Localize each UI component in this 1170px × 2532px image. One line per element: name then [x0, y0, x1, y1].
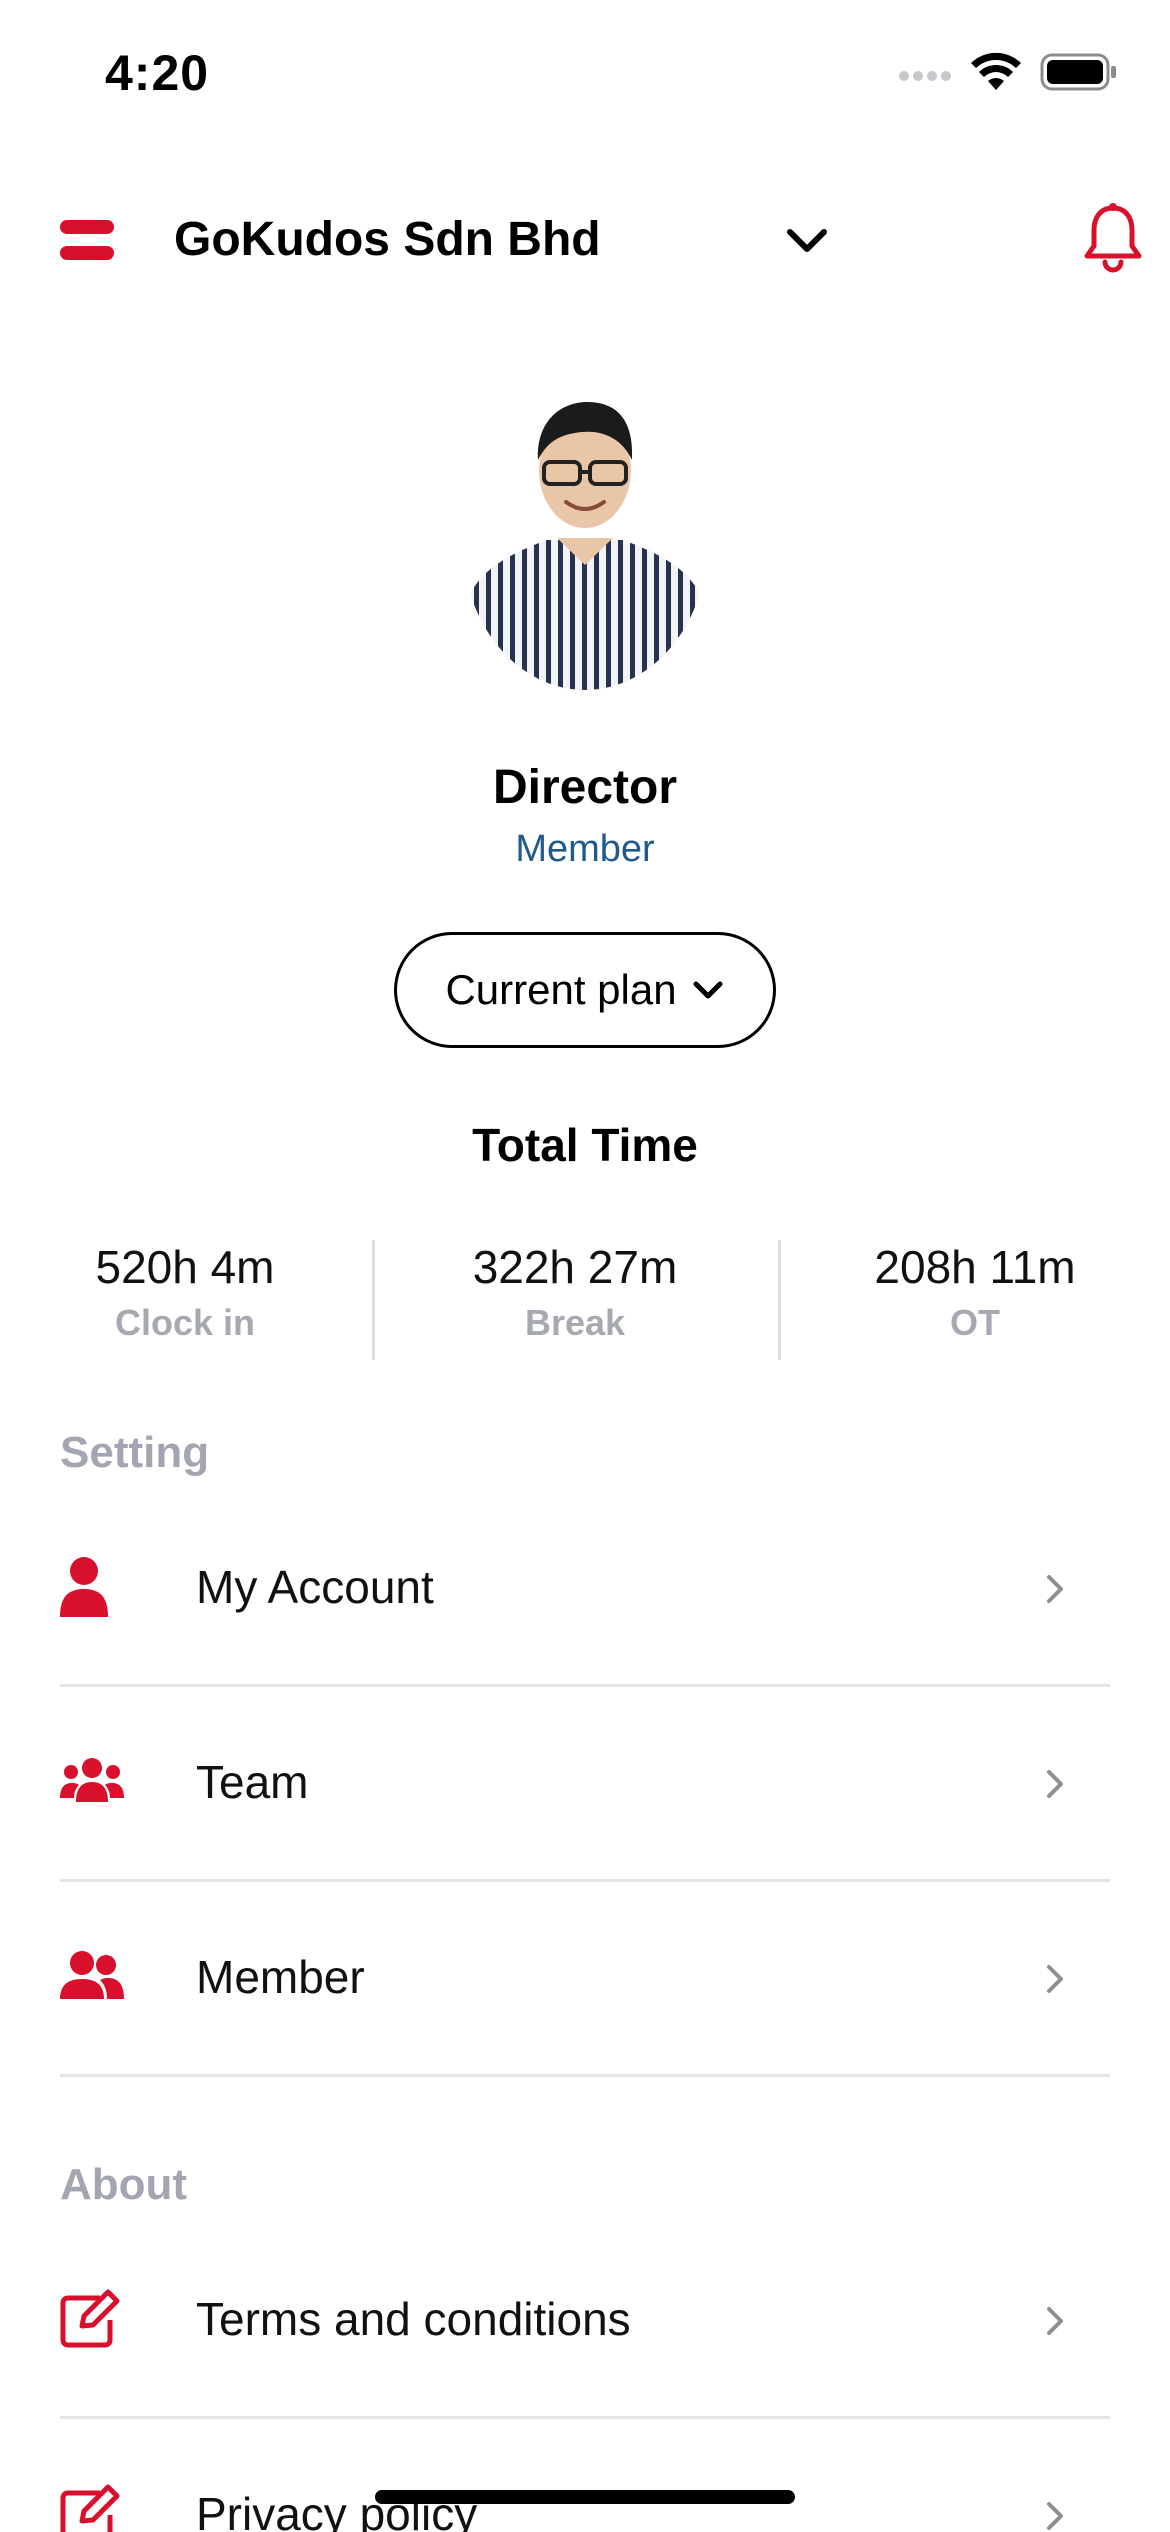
stat-label: OT	[950, 1302, 1000, 1343]
section-title-about: About	[60, 2160, 188, 2209]
divider	[60, 2074, 1110, 2077]
menu-item-privacy-policy[interactable]: Privacy policy	[60, 2419, 1110, 2532]
stat-value: 322h 27m	[472, 1241, 678, 1293]
app-header: GoKudos Sdn Bhd	[0, 190, 1170, 290]
total-time-stats: 520h 4m Clock in 322h 27m Break 208h 11m…	[0, 1240, 1170, 1360]
chevron-down-icon	[693, 981, 723, 999]
chevron-down-icon[interactable]	[782, 216, 832, 266]
notification-bell-icon[interactable]	[1082, 202, 1144, 274]
profile-role: Member	[515, 828, 655, 870]
stat-clock-in: 520h 4m Clock in	[40, 1240, 330, 1344]
wifi-icon	[971, 52, 1021, 90]
members-icon	[60, 1951, 124, 1999]
chevron-right-icon	[1047, 1575, 1063, 1603]
battery-icon	[1040, 53, 1116, 91]
profile-name: Director	[492, 761, 678, 814]
chevron-right-icon	[1047, 2502, 1063, 2530]
user-icon	[60, 1557, 108, 1617]
team-icon	[60, 1758, 124, 1802]
avatar[interactable]	[462, 390, 708, 690]
hamburger-menu-icon[interactable]	[60, 218, 114, 262]
chevron-right-icon	[1047, 2307, 1063, 2335]
stat-value: 520h 4m	[95, 1241, 275, 1293]
home-indicator[interactable]	[375, 2490, 795, 2504]
current-plan-button[interactable]: Current plan	[394, 932, 776, 1048]
stat-ot: 208h 11m OT	[830, 1240, 1120, 1344]
stat-value: 208h 11m	[874, 1241, 1076, 1293]
status-icons	[898, 52, 1118, 92]
status-time: 4:20	[105, 45, 210, 101]
section-title-setting: Setting	[60, 1428, 210, 1477]
menu-item-team[interactable]: Team	[60, 1687, 1110, 1882]
stat-divider	[778, 1240, 781, 1360]
stat-label: Clock in	[114, 1302, 256, 1343]
menu-item-terms[interactable]: Terms and conditions	[60, 2224, 1110, 2419]
menu-item-member[interactable]: Member	[60, 1882, 1110, 2077]
company-name[interactable]: GoKudos Sdn Bhd	[174, 212, 601, 267]
total-time-title: Total Time	[472, 1119, 698, 1171]
stat-label: Break	[524, 1302, 626, 1343]
edit-icon	[60, 2484, 120, 2532]
chevron-right-icon	[1047, 1770, 1063, 1798]
menu-item-label: Member	[196, 1951, 365, 2003]
chevron-right-icon	[1047, 1965, 1063, 1993]
stat-break: 322h 27m Break	[430, 1240, 720, 1344]
status-bar: 4:20	[0, 0, 1170, 150]
menu-item-label: Terms and conditions	[196, 2293, 631, 2345]
cellular-signal-icon	[899, 71, 951, 81]
menu-item-label: Team	[196, 1756, 309, 1808]
edit-icon	[60, 2289, 120, 2348]
menu-item-label: My Account	[196, 1561, 434, 1613]
stat-divider	[372, 1240, 375, 1360]
current-plan-label: Current plan	[445, 966, 677, 1013]
menu-item-my-account[interactable]: My Account	[60, 1492, 1110, 1687]
